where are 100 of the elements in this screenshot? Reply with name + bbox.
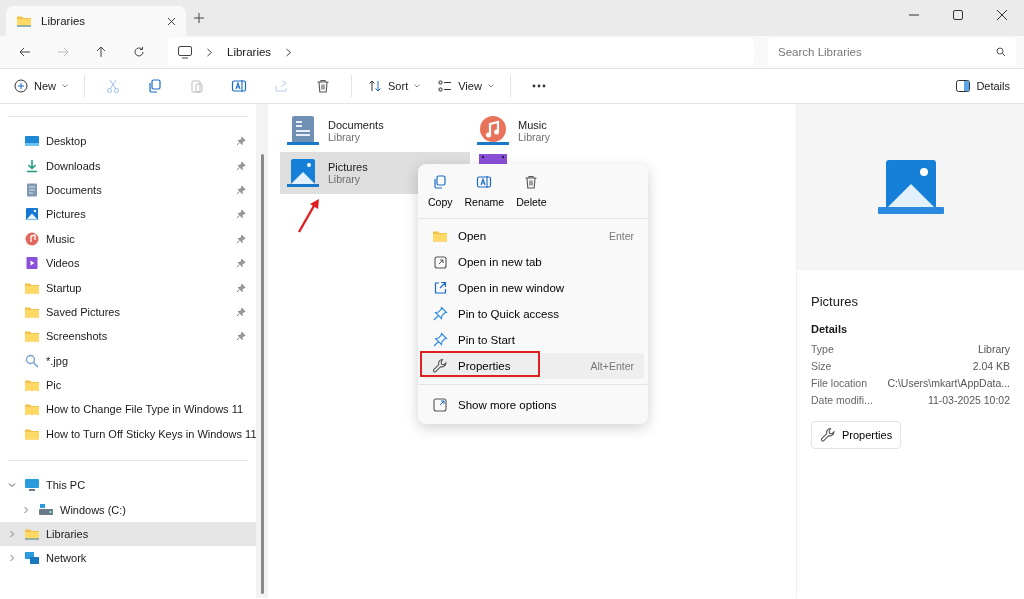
sidebar-item[interactable]: Downloads xyxy=(0,153,256,178)
tree-label: Libraries xyxy=(46,528,89,541)
menu-item[interactable]: Pin to Start xyxy=(422,327,644,353)
library-name: Music xyxy=(518,119,548,131)
property-value: 11-03-2025 10:02 xyxy=(927,394,1010,408)
delete-icon xyxy=(523,174,540,190)
pin-icon xyxy=(432,306,448,322)
sidebar-label: Desktop xyxy=(46,135,88,148)
refresh-icon[interactable] xyxy=(133,46,145,58)
newwindow-icon xyxy=(432,280,448,296)
sidebar-label: Screenshots xyxy=(46,330,109,343)
sidebar-label: Documents xyxy=(46,183,103,196)
caret-icon xyxy=(62,84,68,88)
more-icon xyxy=(432,397,448,413)
delete-icon xyxy=(315,78,331,94)
music-library-icon xyxy=(476,114,510,148)
menu-item[interactable]: Open in new window xyxy=(422,275,644,301)
menu-item[interactable]: Open Enter xyxy=(422,223,644,249)
sidebar-item[interactable]: *.jpg xyxy=(0,348,256,373)
list-view-icon xyxy=(438,80,453,92)
rename-icon xyxy=(476,174,493,190)
breadcrumb[interactable]: Libraries xyxy=(227,46,272,58)
copy-icon xyxy=(432,174,449,190)
library-type: Library xyxy=(518,131,551,143)
up-arrow-icon[interactable] xyxy=(95,46,107,58)
sidebar-label: Videos xyxy=(46,257,81,270)
chevron-down-icon[interactable] xyxy=(8,481,16,490)
window-tab[interactable]: Libraries xyxy=(6,6,186,36)
address-bar[interactable]: Libraries xyxy=(168,38,754,66)
sidebar-label: Music xyxy=(46,232,76,245)
caret-icon xyxy=(487,84,494,88)
back-arrow-icon[interactable] xyxy=(19,46,31,58)
tree-label: Windows (C:) xyxy=(60,503,126,516)
search-icon xyxy=(24,352,40,369)
pictures-library-icon xyxy=(877,159,944,215)
sidebar-label: Pictures xyxy=(46,208,87,221)
add-icon xyxy=(14,79,28,93)
monitor-icon xyxy=(178,45,192,59)
details-pane-icon xyxy=(956,80,971,92)
pictures-library-icon xyxy=(286,156,320,190)
document-library-icon xyxy=(286,114,320,148)
library-type: Library xyxy=(328,173,362,185)
sidebar-item[interactable]: Pictures xyxy=(0,202,256,227)
add-tab-icon[interactable] xyxy=(194,13,204,23)
details-button[interactable]: Details xyxy=(950,76,1016,96)
library-name: Documents xyxy=(328,119,384,131)
sidebar-label: Pic xyxy=(46,379,63,392)
menu-item[interactable]: Show more options xyxy=(422,392,644,418)
download-icon xyxy=(24,157,40,174)
sidebar-item[interactable]: How to Change File Type in Windows 11 xyxy=(0,397,256,422)
details-title: Pictures xyxy=(811,294,859,309)
sidebar-item[interactable]: Startup xyxy=(0,275,256,300)
property-label: Type xyxy=(811,343,834,357)
property-label: File location xyxy=(811,377,868,391)
pc-icon xyxy=(24,477,40,494)
sidebar-item[interactable]: How to Turn Off Sticky Keys in Windows 11 xyxy=(0,421,256,447)
sidebar-label: How to Turn Off Sticky Keys in Windows 11 xyxy=(46,427,257,440)
maximize-icon[interactable] xyxy=(953,10,963,20)
menu-action-button[interactable]: Delete xyxy=(512,170,551,212)
library-item[interactable]: Documents Library xyxy=(280,110,470,152)
sort-button[interactable]: Sort xyxy=(362,75,427,97)
view-button[interactable]: View xyxy=(432,76,500,96)
property-value: Library xyxy=(977,343,1010,357)
videos-icon xyxy=(24,255,40,272)
property-label: Size xyxy=(811,360,832,374)
close-icon[interactable] xyxy=(167,16,176,26)
sidebar-item[interactable]: Screenshots xyxy=(0,324,256,349)
menu-item[interactable]: Properties Alt+Enter xyxy=(422,353,644,379)
library-item[interactable]: Music Library xyxy=(470,110,660,152)
caret-icon xyxy=(414,84,421,88)
sidebar-item[interactable]: Documents xyxy=(0,177,256,203)
tree-label: Network xyxy=(46,552,87,565)
property-value: C:\Users\mkart\AppData... xyxy=(887,377,1010,391)
chevron-right-icon[interactable] xyxy=(285,47,293,57)
videos-library-icon xyxy=(479,154,507,164)
new-button[interactable]: New xyxy=(8,75,74,97)
menu-item[interactable]: Open in new tab xyxy=(422,249,644,275)
details-heading: Details xyxy=(811,323,849,335)
tree-item[interactable]: Windows (C:) xyxy=(0,497,256,522)
tree-label: This PC xyxy=(46,479,86,492)
network-icon xyxy=(24,550,40,567)
property-label: Date modifi... xyxy=(811,394,873,408)
sidebar-item[interactable]: Saved Pictures xyxy=(0,299,256,325)
close-icon[interactable] xyxy=(997,10,1007,20)
search-field[interactable]: Search Libraries xyxy=(768,38,1016,66)
tree-item[interactable]: Network xyxy=(0,546,256,571)
sidebar-item[interactable]: Desktop xyxy=(0,129,256,154)
tree-item[interactable]: This PC xyxy=(0,473,256,498)
menu-item[interactable]: Pin to Quick access xyxy=(422,301,644,327)
tree-item[interactable]: Libraries xyxy=(0,521,256,547)
sidebar-item[interactable]: Music xyxy=(0,226,256,251)
sidebar-item[interactable]: Videos xyxy=(0,250,256,276)
sidebar-item[interactable]: Pic xyxy=(0,372,256,398)
more-icon[interactable] xyxy=(531,84,546,88)
sidebar-label: Downloads xyxy=(46,159,102,172)
sidebar-label: Startup xyxy=(46,281,83,294)
pictures-icon xyxy=(24,206,40,223)
properties-button[interactable]: Properties xyxy=(811,421,902,449)
scrollbar-thumb[interactable] xyxy=(260,154,264,594)
library-type: Library xyxy=(328,131,362,143)
